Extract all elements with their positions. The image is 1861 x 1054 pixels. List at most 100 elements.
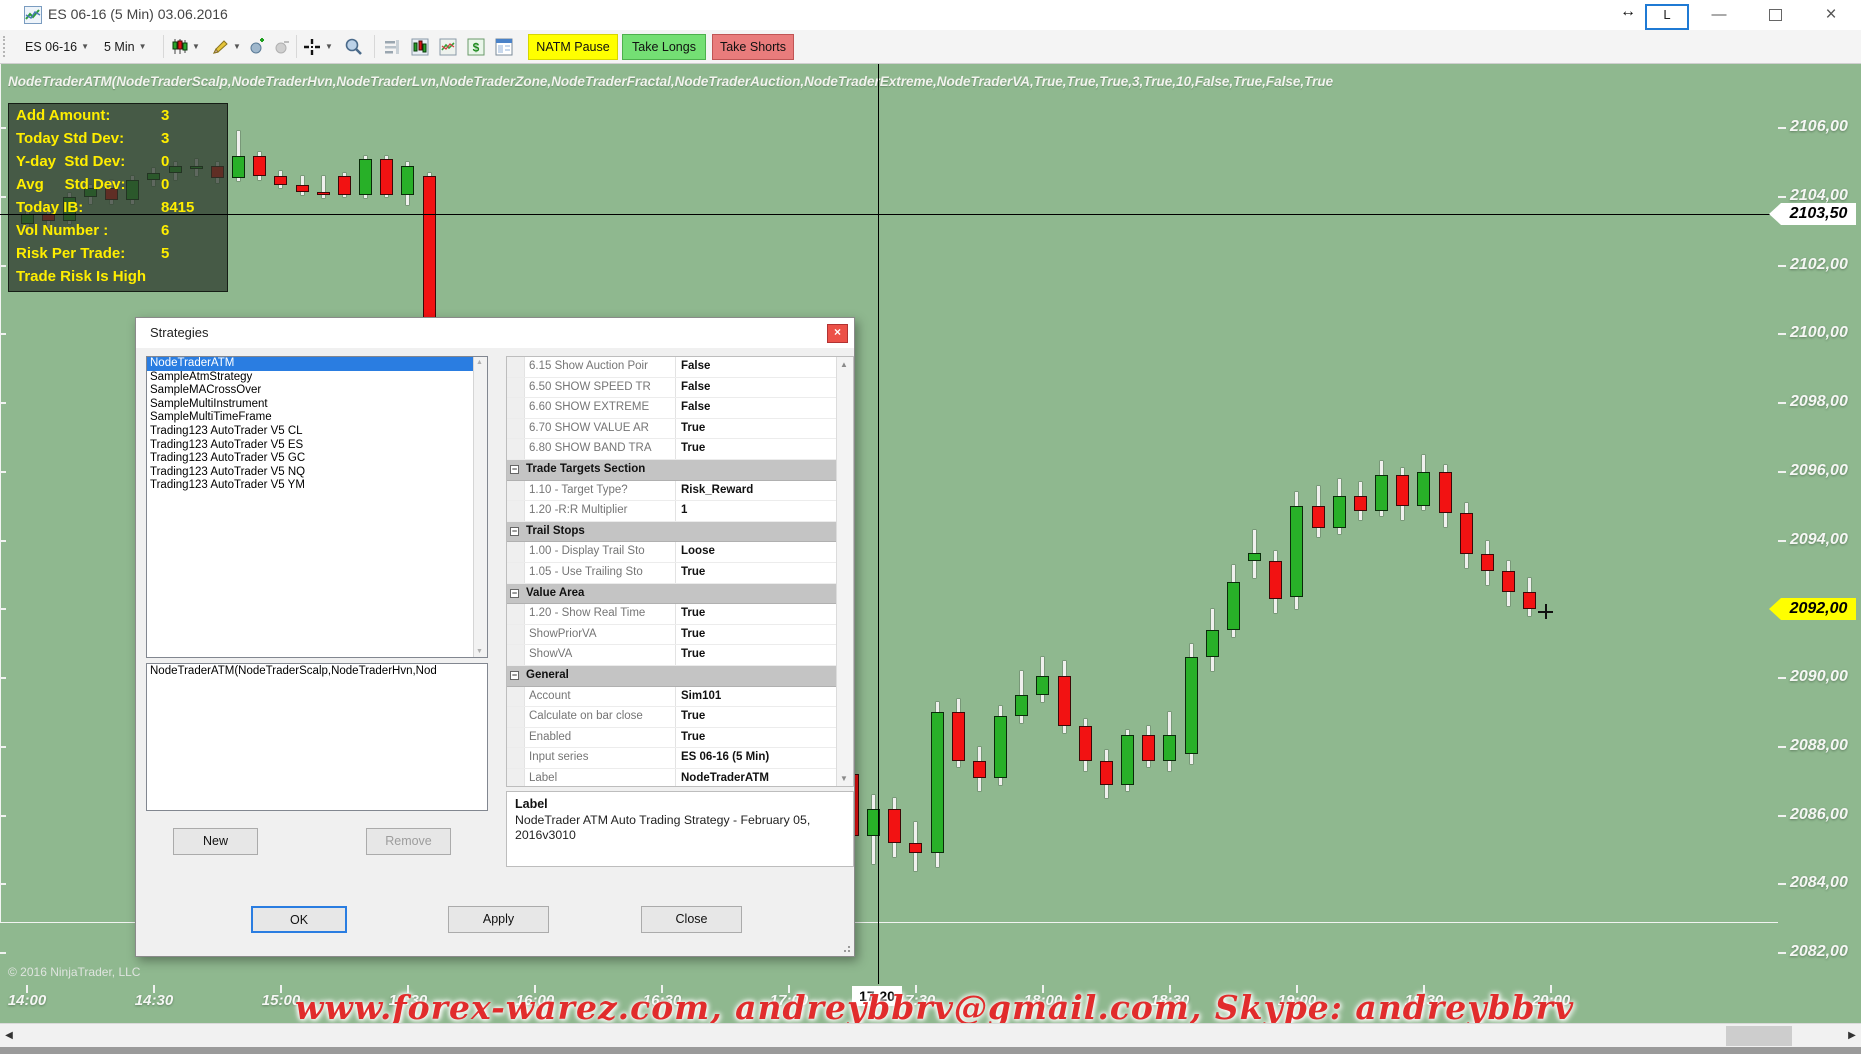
add-indicator-button[interactable] <box>248 30 266 63</box>
property-section-row[interactable]: −Trail Stops <box>507 522 853 543</box>
property-value[interactable]: True <box>676 563 853 583</box>
strategy-list-item[interactable]: Trading123 AutoTrader V5 CL <box>147 425 487 439</box>
strategy-list-item[interactable]: Trading123 AutoTrader V5 GC <box>147 452 487 466</box>
instrument-selector[interactable]: ES 06-16 ▼ <box>25 30 89 63</box>
account-data-button[interactable]: $ <box>467 30 485 63</box>
dialog-title-bar[interactable]: Strategies × <box>136 318 854 348</box>
maximize-button[interactable] <box>1752 0 1798 30</box>
remove-indicator-button-disabled[interactable] <box>272 30 290 63</box>
property-value[interactable]: NodeTraderATM <box>676 769 853 787</box>
chart-objects-button[interactable] <box>383 30 401 63</box>
close-button[interactable]: × <box>1808 0 1854 30</box>
property-value[interactable]: True <box>676 625 853 645</box>
property-row[interactable]: LabelNodeTraderATM <box>507 769 853 787</box>
collapse-icon[interactable]: − <box>510 465 519 474</box>
property-row[interactable]: 6.70 SHOW VALUE ARTrue <box>507 419 853 440</box>
strategy-list-item[interactable]: SampleMultiTimeFrame <box>147 411 487 425</box>
property-section-row[interactable]: −Value Area <box>507 584 853 605</box>
property-row[interactable]: 1.20 -R:R Multiplier1 <box>507 501 853 522</box>
property-grid[interactable]: 6.15 Show Auction PoirFalse6.50 SHOW SPE… <box>506 356 854 787</box>
scroll-left-icon[interactable]: ◀ <box>0 1024 18 1048</box>
zoom-button[interactable] <box>344 30 363 63</box>
scroll-right-icon[interactable]: ▶ <box>1843 1024 1861 1048</box>
strategy-list-item[interactable]: Trading123 AutoTrader V5 NQ <box>147 466 487 480</box>
properties-button[interactable] <box>495 30 513 63</box>
property-margin <box>507 769 525 787</box>
close-dialog-button[interactable]: Close <box>641 906 742 933</box>
configured-strategy-listbox[interactable]: NodeTraderATM(NodeTraderScalp,NodeTrader… <box>146 663 488 811</box>
property-value[interactable]: True <box>676 419 853 439</box>
apply-button[interactable]: Apply <box>448 906 549 933</box>
data-series-button[interactable] <box>411 30 429 63</box>
property-value[interactable]: True <box>676 645 853 665</box>
price-tick-label: 2094,00 <box>1790 531 1861 549</box>
property-value[interactable]: True <box>676 707 853 727</box>
scroll-down-icon[interactable]: ▼ <box>840 774 848 783</box>
minimize-button[interactable]: — <box>1696 0 1742 30</box>
scroll-up-icon[interactable]: ▲ <box>476 359 483 366</box>
strategy-list-item[interactable]: SampleMACrossOver <box>147 384 487 398</box>
property-row[interactable]: 1.20 - Show Real TimeTrue <box>507 604 853 625</box>
ok-button[interactable]: OK <box>251 906 347 933</box>
collapse-icon[interactable]: − <box>510 671 519 680</box>
property-value[interactable]: ES 06-16 (5 Min) <box>676 748 853 768</box>
take-shorts-button[interactable]: Take Shorts <box>712 34 794 60</box>
property-row[interactable]: 6.80 SHOW BAND TRATrue <box>507 439 853 460</box>
property-row[interactable]: AccountSim101 <box>507 687 853 708</box>
resize-grip[interactable] <box>840 942 850 952</box>
link-button[interactable]: L <box>1645 4 1689 30</box>
property-row[interactable]: 6.50 SHOW SPEED TRFalse <box>507 378 853 399</box>
property-row[interactable]: 1.05 - Use Trailing StoTrue <box>507 563 853 584</box>
interval-selector[interactable]: 5 Min ▼ <box>104 30 147 63</box>
crosshair-button[interactable]: ▼ <box>303 30 333 63</box>
new-button[interactable]: New <box>173 828 258 855</box>
property-row[interactable]: 1.10 - Target Type?Risk_Reward <box>507 481 853 502</box>
property-value[interactable]: Loose <box>676 542 853 562</box>
property-row[interactable]: 6.60 SHOW EXTREMEFalse <box>507 398 853 419</box>
scroll-down-icon[interactable]: ▼ <box>476 648 483 655</box>
property-value[interactable]: 1 <box>676 501 853 521</box>
take-longs-button[interactable]: Take Longs <box>622 34 706 60</box>
strategy-list-item[interactable]: Trading123 AutoTrader V5 ES <box>147 439 487 453</box>
strategy-list-item[interactable]: Trading123 AutoTrader V5 YM <box>147 479 487 493</box>
chart-trader-button[interactable] <box>439 30 457 63</box>
property-section-row[interactable]: −Trade Targets Section <box>507 460 853 481</box>
property-row[interactable]: Input seriesES 06-16 (5 Min) <box>507 748 853 769</box>
collapse-icon[interactable]: − <box>510 589 519 598</box>
strategy-list-item[interactable]: SampleMultiInstrument <box>147 398 487 412</box>
dialog-close-button[interactable]: × <box>827 324 848 343</box>
property-row[interactable]: ShowVATrue <box>507 645 853 666</box>
horizontal-scrollbar[interactable]: ◀ ▶ <box>0 1023 1861 1048</box>
collapse-icon[interactable]: − <box>510 527 519 536</box>
property-grid-scrollbar[interactable]: ▲ ▼ <box>836 357 853 786</box>
property-value[interactable]: False <box>676 357 853 377</box>
property-row[interactable]: EnabledTrue <box>507 728 853 749</box>
scrollbar-thumb[interactable] <box>1726 1026 1792 1046</box>
property-section-row[interactable]: −General <box>507 666 853 687</box>
property-value[interactable]: True <box>676 728 853 748</box>
property-value[interactable]: Sim101 <box>676 687 853 707</box>
property-value[interactable]: True <box>676 604 853 624</box>
strategy-list-item[interactable]: SampleAtmStrategy <box>147 371 487 385</box>
property-value[interactable]: False <box>676 398 853 418</box>
remove-button[interactable]: Remove <box>366 828 451 855</box>
property-row[interactable]: ShowPriorVATrue <box>507 625 853 646</box>
property-value[interactable]: Risk_Reward <box>676 481 853 501</box>
property-value[interactable]: True <box>676 439 853 459</box>
property-value[interactable]: False <box>676 378 853 398</box>
drawing-tools-button[interactable]: ▼ <box>212 30 241 63</box>
strategy-list-item[interactable]: NodeTraderATM <box>147 357 487 371</box>
listbox-scrollbar[interactable]: ▲ ▼ <box>473 357 487 657</box>
property-row[interactable]: Calculate on bar closeTrue <box>507 707 853 728</box>
property-name: 6.70 SHOW VALUE AR <box>525 419 676 439</box>
chart-style-button[interactable]: ▼ <box>171 30 200 63</box>
natm-pause-button[interactable]: NATM Pause <box>528 34 618 60</box>
property-row[interactable]: 6.15 Show Auction PoirFalse <box>507 357 853 378</box>
configured-strategy-item[interactable]: NodeTraderATM(NodeTraderScalp,NodeTrader… <box>147 664 487 679</box>
toolbar-grip[interactable] <box>3 36 8 57</box>
scroll-up-icon[interactable]: ▲ <box>840 360 848 369</box>
property-row[interactable]: 1.00 - Display Trail StoLoose <box>507 542 853 563</box>
info-row-value: 3 <box>161 104 169 127</box>
strategy-listbox[interactable]: ▲ ▼ NodeTraderATMSampleAtmStrategySample… <box>146 356 488 658</box>
candle-body <box>1185 657 1198 753</box>
